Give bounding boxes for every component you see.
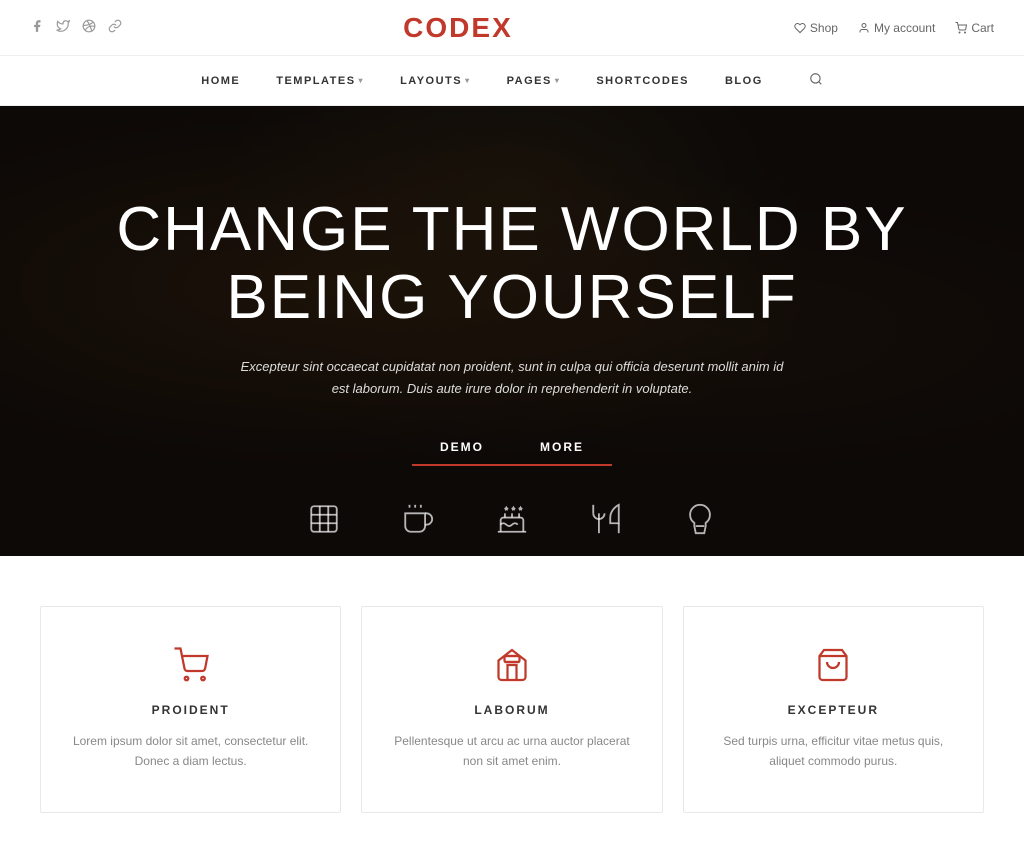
nav-templates[interactable]: TEMPLATES ▾: [276, 75, 364, 87]
cup-icon: [401, 502, 435, 536]
site-logo[interactable]: CODEX: [403, 12, 513, 44]
bag-icon: [714, 647, 953, 683]
search-icon[interactable]: [809, 72, 823, 89]
cake-icon: [495, 502, 529, 536]
proident-text: Lorem ipsum dolor sit amet, consectetur …: [71, 731, 310, 772]
utensils-icon: [589, 502, 623, 536]
features-section: PROIDENT Lorem ipsum dolor sit amet, con…: [0, 556, 1024, 863]
waffle-icon: [307, 502, 341, 536]
cart-link[interactable]: Cart: [955, 21, 994, 35]
excepteur-text: Sed turpis urna, efficitur vitae metus q…: [714, 731, 953, 772]
nav-pages[interactable]: PAGES ▾: [507, 75, 561, 87]
top-bar: CODEX Shop My account Cart: [0, 0, 1024, 56]
googleplus-icon[interactable]: [82, 19, 96, 36]
cart-icon: [71, 647, 310, 683]
hero-title: CHANGE THE WORLD BY BEING YOURSELF: [116, 196, 907, 332]
nav-blog[interactable]: BLOG: [725, 75, 763, 87]
hero-content: CHANGE THE WORLD BY BEING YOURSELF Excep…: [56, 196, 967, 467]
proident-title: PROIDENT: [71, 703, 310, 717]
hero-subtitle: Excepteur sint occaecat cupidatat non pr…: [232, 356, 792, 400]
hero-icons-row: [0, 502, 1024, 536]
feature-laborum: LABORUM Pellentesque ut arcu ac urna auc…: [361, 606, 662, 813]
link-icon[interactable]: [108, 19, 122, 36]
feature-excepteur: EXCEPTEUR Sed turpis urna, efficitur vit…: [683, 606, 984, 813]
more-button[interactable]: MORE: [512, 430, 612, 466]
icecream-icon: [683, 502, 717, 536]
hero-buttons: DEMO MORE: [116, 430, 907, 466]
feature-proident: PROIDENT Lorem ipsum dolor sit amet, con…: [40, 606, 341, 813]
facebook-icon[interactable]: [30, 19, 44, 36]
templates-arrow: ▾: [359, 76, 365, 85]
main-nav: HOME TEMPLATES ▾ LAYOUTS ▾ PAGES ▾ SHORT…: [0, 56, 1024, 106]
top-right-nav: Shop My account Cart: [794, 21, 994, 35]
twitter-icon[interactable]: [56, 19, 70, 36]
hero-section: CHANGE THE WORLD BY BEING YOURSELF Excep…: [0, 106, 1024, 556]
nav-shortcodes[interactable]: SHORTCODES: [596, 75, 689, 87]
nav-layouts[interactable]: LAYOUTS ▾: [400, 75, 471, 87]
my-account-link[interactable]: My account: [858, 21, 935, 35]
laborum-title: LABORUM: [392, 703, 631, 717]
pages-arrow: ▾: [555, 76, 561, 85]
nav-home[interactable]: HOME: [201, 75, 240, 87]
layouts-arrow: ▾: [465, 76, 471, 85]
social-icons: [30, 19, 122, 36]
laborum-text: Pellentesque ut arcu ac urna auctor plac…: [392, 731, 631, 772]
shop-link[interactable]: Shop: [794, 21, 838, 35]
demo-button[interactable]: DEMO: [412, 430, 512, 466]
store-icon: [392, 647, 631, 683]
excepteur-title: EXCEPTEUR: [714, 703, 953, 717]
